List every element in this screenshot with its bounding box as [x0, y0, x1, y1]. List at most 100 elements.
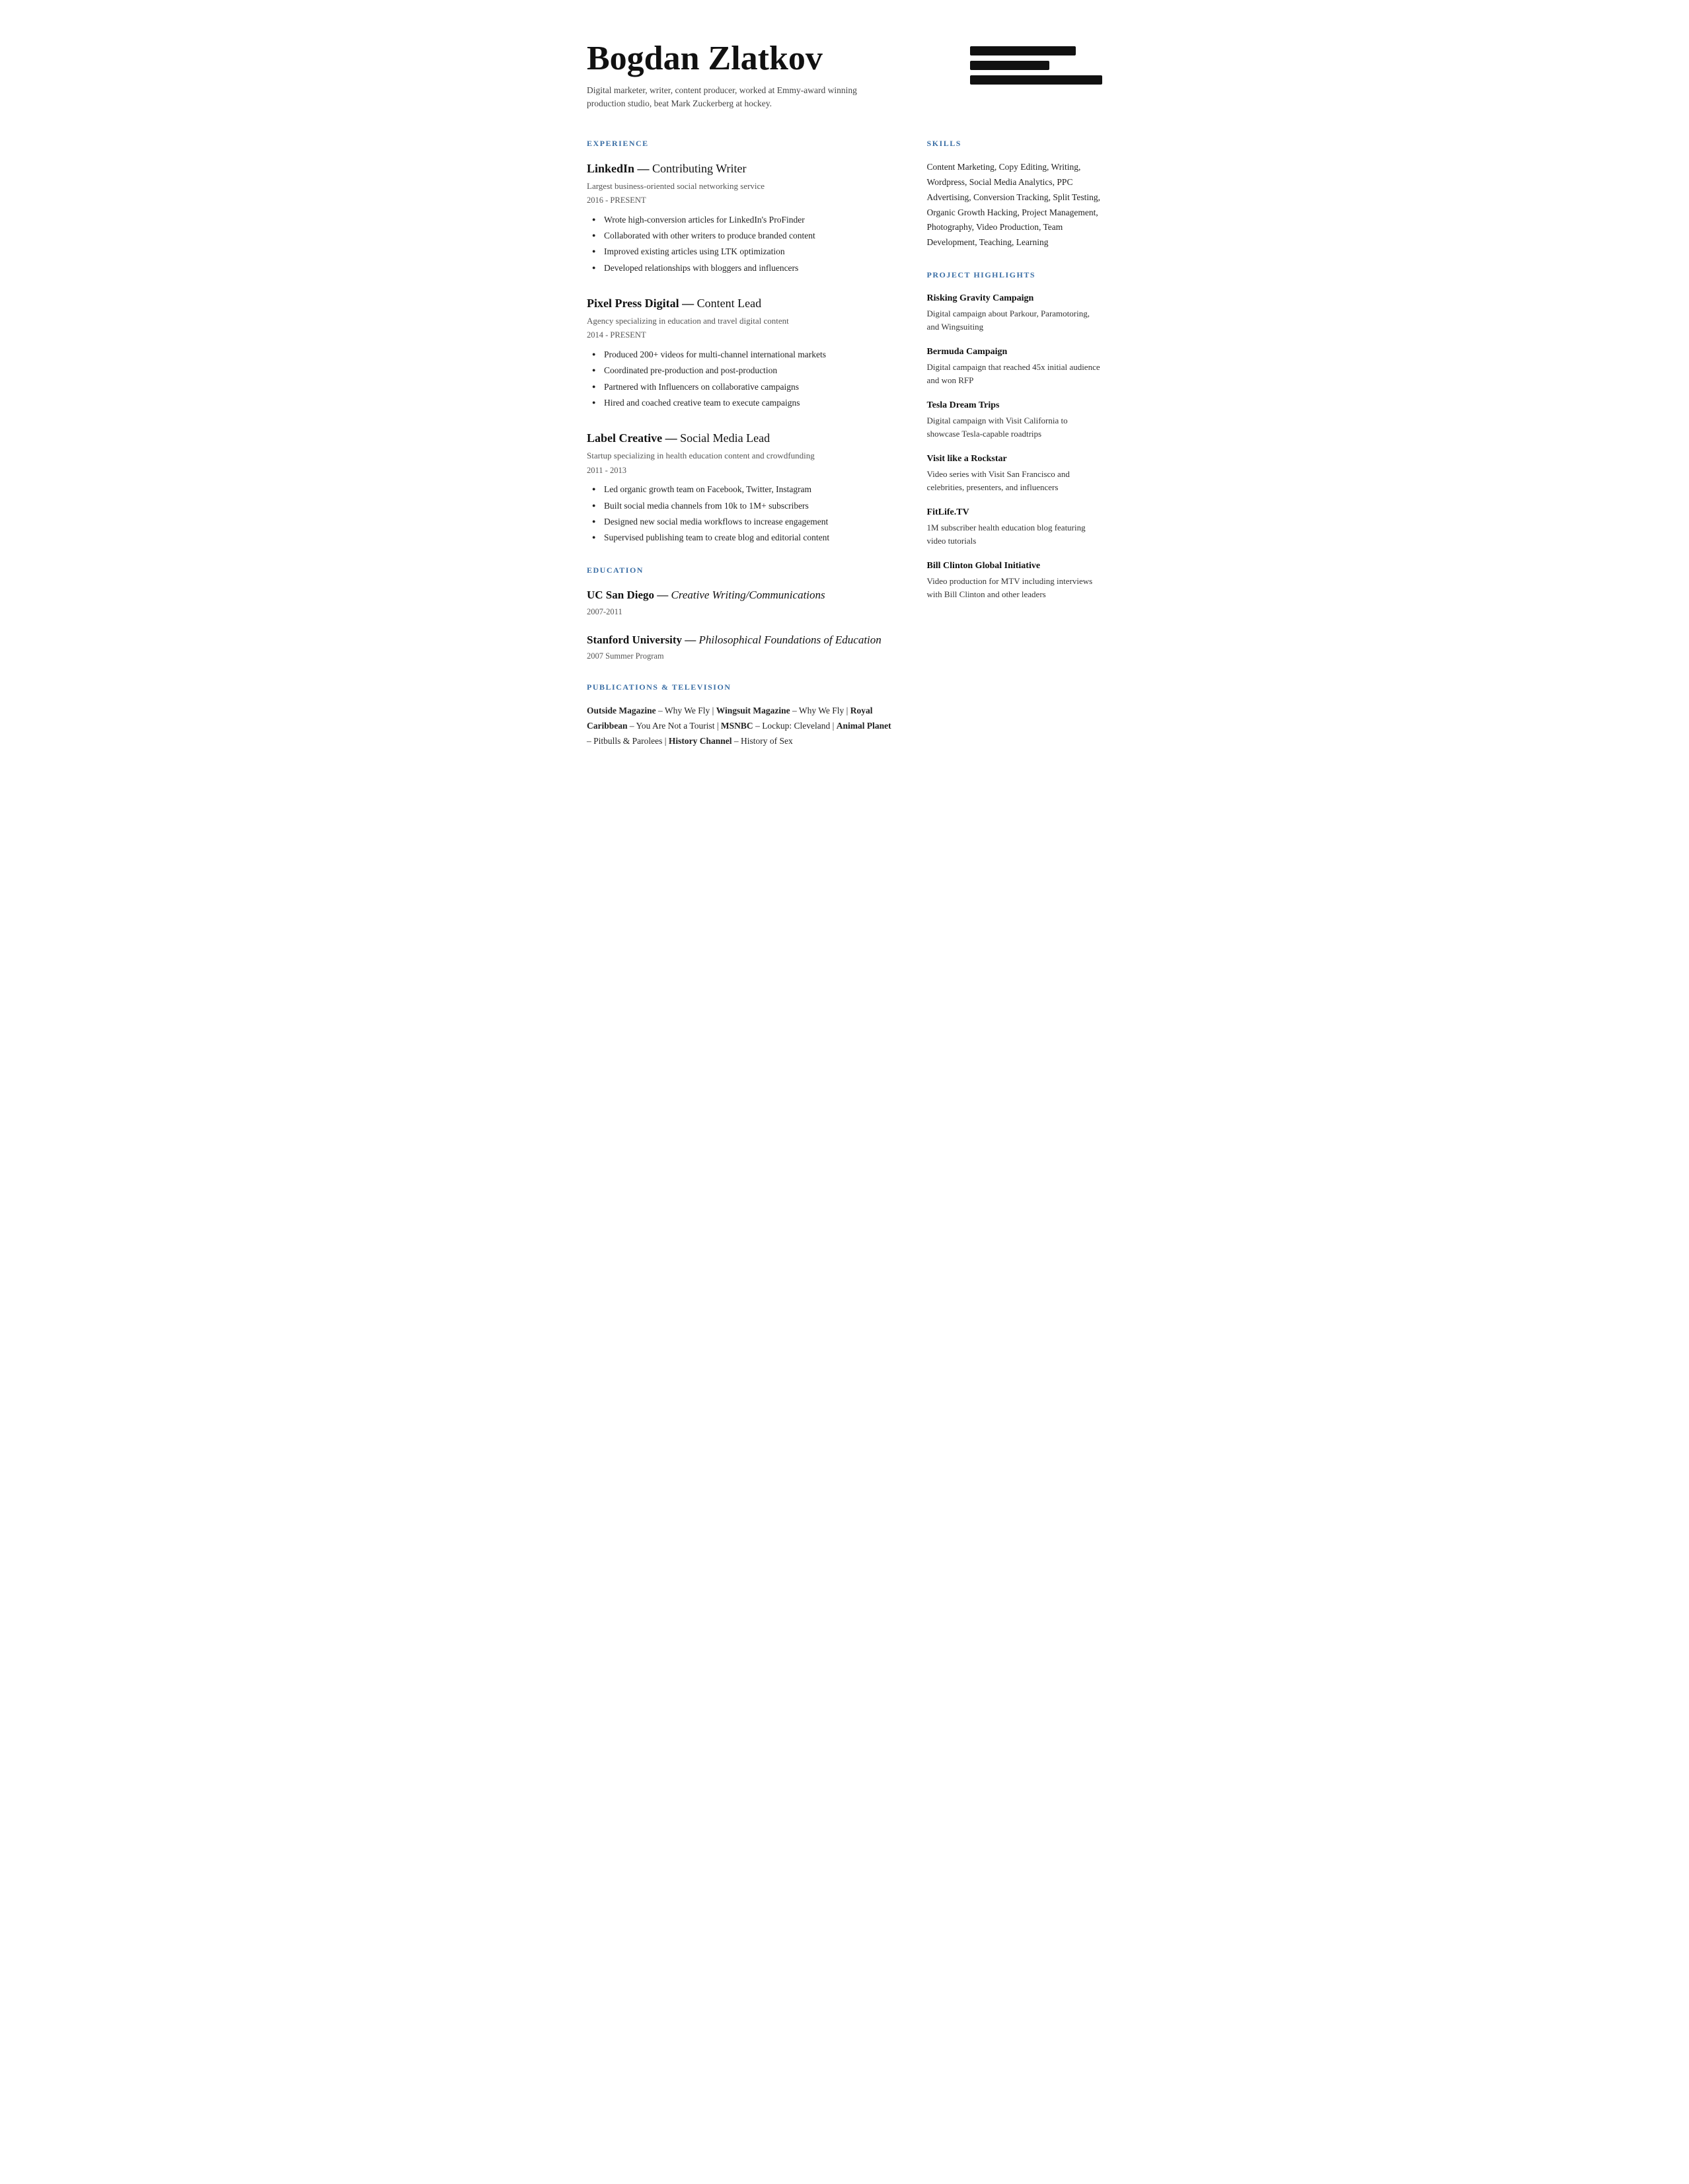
skills-section: SKILLS Content Marketing, Copy Editing, …	[927, 137, 1102, 251]
pub-wingsuit-mag: Wingsuit Magazine	[716, 706, 790, 715]
bullet-item: Improved existing articles using LTK opt…	[592, 244, 894, 260]
education-section: EDUCATION UC San Diego — Creative Writin…	[587, 564, 894, 663]
pub-outside-text: – Why We Fly |	[656, 706, 716, 715]
pub-history-channel: History Channel	[669, 736, 732, 746]
project-fitlife: FitLife.TV 1M subscriber health educatio…	[927, 505, 1102, 547]
project-risking-gravity-title: Risking Gravity Campaign	[927, 291, 1102, 305]
exp-pixelpress-desc: Agency specializing in education and tra…	[587, 314, 894, 328]
project-risking-gravity-desc: Digital campaign about Parkour, Paramoto…	[927, 307, 1102, 333]
exp-labelcreative-desc: Startup specializing in health education…	[587, 449, 894, 462]
edu-ucsd: UC San Diego — Creative Writing/Communic…	[587, 587, 894, 618]
exp-linkedin-bullets: Wrote high-conversion articles for Linke…	[587, 212, 894, 276]
graphic-bar-3	[970, 75, 1102, 85]
exp-labelcreative-title: Label Creative — Social Media Lead	[587, 429, 894, 447]
publications-text: Outside Magazine – Why We Fly | Wingsuit…	[587, 704, 894, 749]
project-billclinton-title: Bill Clinton Global Initiative	[927, 559, 1102, 573]
pub-animal-text: – Pitbulls & Parolees |	[587, 736, 669, 746]
exp-linkedin-dates: 2016 - PRESENT	[587, 194, 894, 207]
exp-pixelpress-title: Pixel Press Digital — Content Lead	[587, 295, 894, 312]
right-column: SKILLS Content Marketing, Copy Editing, …	[927, 137, 1102, 768]
exp-labelcreative-dash: —	[665, 431, 681, 445]
main-content: EXPERIENCE LinkedIn — Contributing Write…	[587, 137, 1102, 768]
pub-animal-planet: Animal Planet	[837, 721, 891, 731]
project-rockstar: Visit like a Rockstar Video series with …	[927, 452, 1102, 493]
project-tesla-desc: Digital campaign with Visit California t…	[927, 414, 1102, 440]
pub-msnbc-text: – Lockup: Cleveland |	[753, 721, 837, 731]
bullet-item: Wrote high-conversion articles for Linke…	[592, 212, 894, 228]
bullet-item: Collaborated with other writers to produ…	[592, 228, 894, 244]
exp-pixelpress-company: Pixel Press Digital	[587, 297, 679, 310]
education-label: EDUCATION	[587, 564, 894, 576]
project-fitlife-title: FitLife.TV	[927, 505, 1102, 519]
pub-msnbc: MSNBC	[721, 721, 753, 731]
exp-pixelpress-bullets: Produced 200+ videos for multi-channel i…	[587, 347, 894, 411]
edu-ucsd-dash: —	[657, 589, 671, 601]
experience-section: EXPERIENCE LinkedIn — Contributing Write…	[587, 137, 894, 546]
graphic-bar-1	[970, 46, 1076, 55]
exp-pixelpress-dates: 2014 - PRESENT	[587, 329, 894, 342]
exp-pixelpress-role: Content Lead	[697, 297, 761, 310]
exp-linkedin-company: LinkedIn	[587, 162, 634, 175]
publications-section: PUBLICATIONS & TELEVISION Outside Magazi…	[587, 681, 894, 749]
edu-stanford-degree: Philosophical Foundations of Education	[699, 634, 882, 646]
skills-text: Content Marketing, Copy Editing, Writing…	[927, 160, 1102, 251]
bullet-item: Developed relationships with bloggers an…	[592, 260, 894, 276]
exp-labelcreative: Label Creative — Social Media Lead Start…	[587, 429, 894, 546]
exp-labelcreative-dates: 2011 - 2013	[587, 464, 894, 477]
header-subtitle: Digital marketer, writer, content produc…	[587, 84, 864, 111]
candidate-name: Bogdan Zlatkov	[587, 40, 970, 77]
edu-stanford-title: Stanford University — Philosophical Foun…	[587, 632, 894, 649]
header-left: Bogdan Zlatkov Digital marketer, writer,…	[587, 40, 970, 111]
header: Bogdan Zlatkov Digital marketer, writer,…	[587, 40, 1102, 111]
edu-stanford-dash: —	[685, 634, 698, 646]
bar-graphic	[970, 46, 1102, 85]
edu-ucsd-dates: 2007-2011	[587, 606, 894, 618]
resume-page: Bogdan Zlatkov Digital marketer, writer,…	[547, 0, 1142, 807]
bullet-item: Partnered with Influencers on collaborat…	[592, 379, 894, 395]
pub-outside-mag: Outside Magazine	[587, 706, 656, 715]
project-tesla-title: Tesla Dream Trips	[927, 398, 1102, 412]
project-risking-gravity: Risking Gravity Campaign Digital campaig…	[927, 291, 1102, 333]
edu-ucsd-school: UC San Diego	[587, 589, 654, 601]
header-graphic	[970, 40, 1102, 85]
exp-linkedin: LinkedIn — Contributing Writer Largest b…	[587, 160, 894, 276]
project-bermuda-title: Bermuda Campaign	[927, 345, 1102, 359]
experience-label: EXPERIENCE	[587, 137, 894, 149]
publications-label: PUBLICATIONS & TELEVISION	[587, 681, 894, 693]
edu-stanford-dates: 2007 Summer Program	[587, 650, 894, 663]
edu-stanford: Stanford University — Philosophical Foun…	[587, 632, 894, 663]
exp-pixelpress-dash: —	[682, 297, 697, 310]
project-billclinton-desc: Video production for MTV including inter…	[927, 575, 1102, 601]
skills-label: SKILLS	[927, 137, 1102, 149]
left-column: EXPERIENCE LinkedIn — Contributing Write…	[587, 137, 894, 768]
bullet-item: Produced 200+ videos for multi-channel i…	[592, 347, 894, 363]
bullet-item: Hired and coached creative team to execu…	[592, 395, 894, 411]
projects-section: PROJECT HIGHLIGHTS Risking Gravity Campa…	[927, 269, 1102, 601]
project-bermuda: Bermuda Campaign Digital campaign that r…	[927, 345, 1102, 386]
bullet-item: Led organic growth team on Facebook, Twi…	[592, 482, 894, 497]
project-tesla: Tesla Dream Trips Digital campaign with …	[927, 398, 1102, 440]
exp-pixelpress: Pixel Press Digital — Content Lead Agenc…	[587, 295, 894, 411]
pub-history-text: – History of Sex	[732, 736, 792, 746]
edu-stanford-school: Stanford University	[587, 634, 682, 646]
exp-linkedin-title: LinkedIn — Contributing Writer	[587, 160, 894, 178]
pub-royal-text: – You Are Not a Tourist |	[628, 721, 721, 731]
pub-wingsuit-text: – Why We Fly |	[790, 706, 850, 715]
exp-linkedin-desc: Largest business-oriented social network…	[587, 180, 894, 193]
edu-ucsd-title: UC San Diego — Creative Writing/Communic…	[587, 587, 894, 604]
exp-labelcreative-company: Label Creative	[587, 431, 662, 445]
project-rockstar-desc: Video series with Visit San Francisco an…	[927, 468, 1102, 493]
project-rockstar-title: Visit like a Rockstar	[927, 452, 1102, 466]
graphic-bar-2	[970, 61, 1049, 70]
projects-label: PROJECT HIGHLIGHTS	[927, 269, 1102, 281]
exp-linkedin-role: Contributing Writer	[652, 162, 746, 175]
bullet-item: Built social media channels from 10k to …	[592, 498, 894, 514]
project-billclinton: Bill Clinton Global Initiative Video pro…	[927, 559, 1102, 601]
exp-linkedin-dash: —	[638, 162, 653, 175]
edu-ucsd-degree: Creative Writing/Communications	[671, 589, 825, 601]
exp-labelcreative-bullets: Led organic growth team on Facebook, Twi…	[587, 482, 894, 546]
project-fitlife-desc: 1M subscriber health education blog feat…	[927, 521, 1102, 547]
bullet-item: Supervised publishing team to create blo…	[592, 530, 894, 546]
bullet-item: Designed new social media workflows to i…	[592, 514, 894, 530]
project-bermuda-desc: Digital campaign that reached 45x initia…	[927, 361, 1102, 386]
